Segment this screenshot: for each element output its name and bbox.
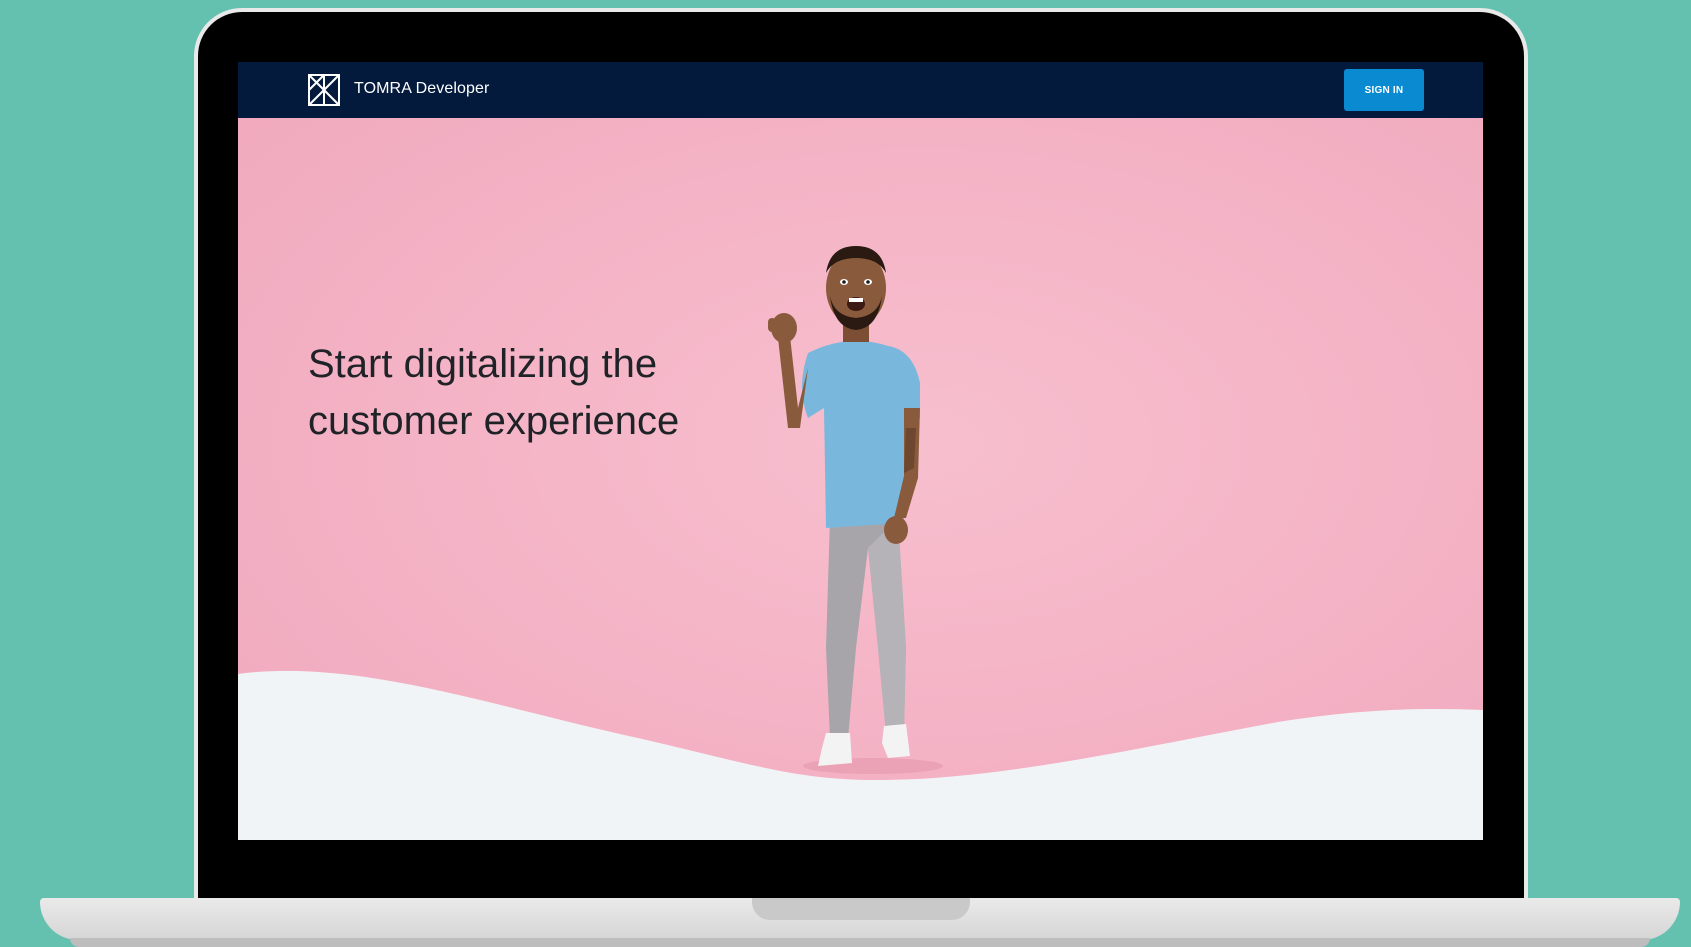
laptop-screen: TOMRA Developer SIGN IN Start digitalizi… <box>238 62 1483 840</box>
laptop-base-notch <box>752 898 970 920</box>
tomra-logo-icon[interactable] <box>307 73 341 107</box>
laptop-mockup-scene: TOMRA Developer SIGN IN Start digitalizi… <box>0 0 1691 947</box>
sign-in-button[interactable]: SIGN IN <box>1344 69 1424 111</box>
hero-headline: Start digitalizing the customer experien… <box>308 342 680 443</box>
laptop-base-shadow <box>70 938 1650 947</box>
brand-name[interactable]: TOMRA Developer <box>354 80 489 98</box>
hero-section: Start digitalizing the customer experien… <box>238 118 1483 840</box>
top-navbar: TOMRA Developer SIGN IN <box>238 62 1483 118</box>
hero-wave-divider <box>238 670 1483 840</box>
